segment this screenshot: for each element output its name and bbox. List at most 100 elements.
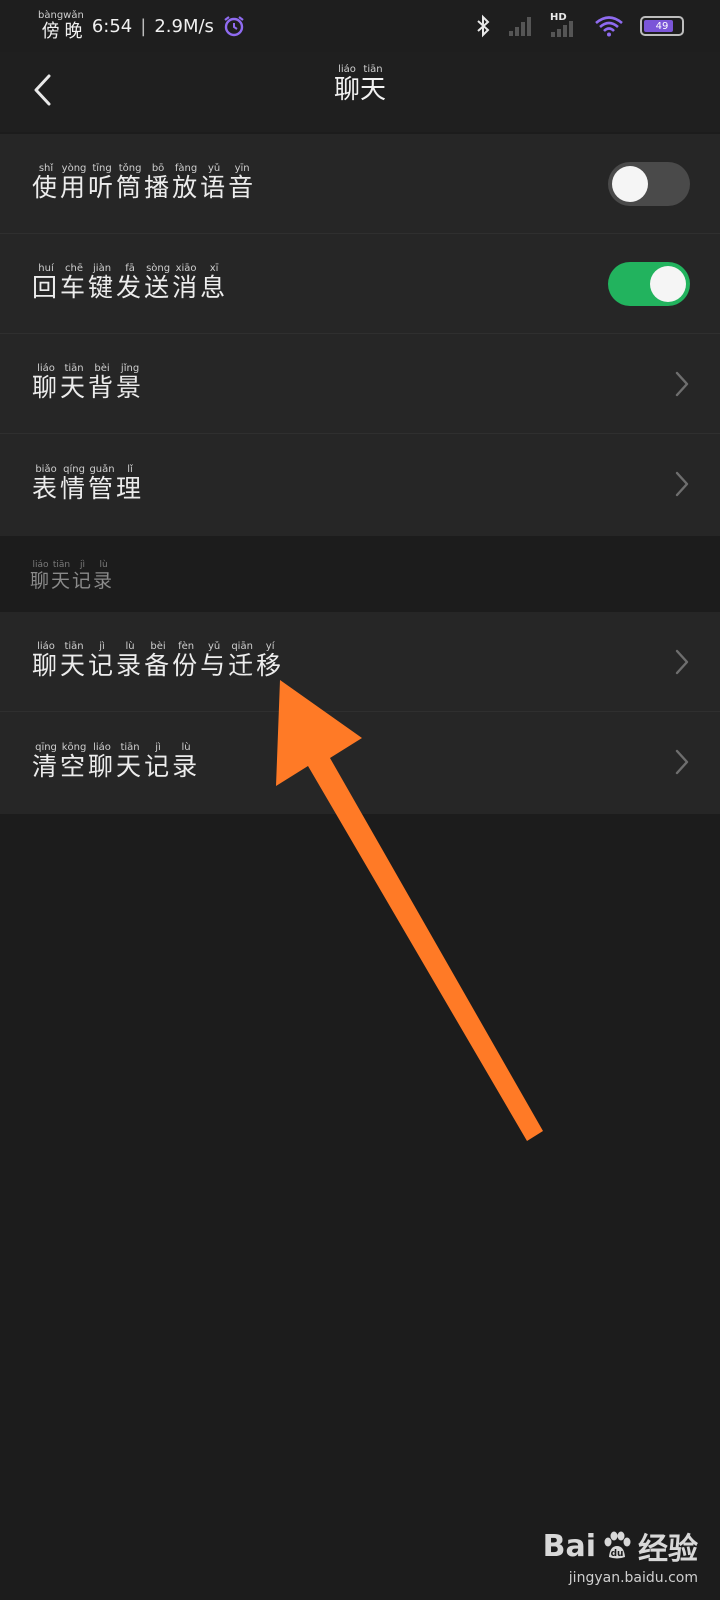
row-label: 聊liáo天tiān记jì录lù备bèi份fèn与yǔ迁qiān移yí (32, 641, 284, 682)
row-label-char: 放fàng (172, 163, 201, 202)
status-right: HD 49 (474, 12, 684, 38)
section-header-char: 记jì (72, 560, 94, 592)
row-label-pinyin: shǐ (32, 163, 61, 174)
row-label-char: 录lù (172, 741, 201, 781)
section-header-char: 聊liáo (30, 560, 52, 592)
page-title: 聊liáo天tiān (0, 64, 720, 106)
page-title-char: 天tiān (360, 64, 387, 105)
top-bar: 聊liáo天tiān (0, 52, 720, 132)
row-label-pinyin: sòng (144, 263, 173, 274)
row-label-pinyin: tiān (116, 741, 145, 753)
wifi-icon (595, 16, 623, 37)
row-label-char: 用yòng (60, 163, 89, 202)
row-label-pinyin: biǎo (32, 463, 60, 475)
row-label-char: 理lǐ (116, 463, 145, 503)
toggle-knob (650, 265, 686, 302)
settings-row-3[interactable]: 表biǎo情qíng管guǎn理lǐ (0, 434, 720, 534)
row-label-pinyin: bèi (88, 363, 117, 374)
section-header-char: 天tiān (51, 560, 73, 592)
page-title-pinyin: tiān (360, 64, 387, 75)
status-bar: 傍bàng晚wǎn 6:54 | 2.9M/s HD 49 (0, 0, 720, 52)
row-label-char: 语yǔ (200, 163, 229, 202)
chevron-right-icon (675, 749, 689, 775)
status-network-speed: 2.9M/s (154, 15, 214, 37)
row-label-pinyin: chē (60, 263, 89, 274)
row-label-pinyin: yǔ (200, 163, 229, 174)
row-label-pinyin: lǐ (116, 463, 145, 475)
status-time-period-char: 晚wǎn (63, 9, 84, 42)
settings-row-0[interactable]: 使shǐ用yòng听tīng筒tǒng播bō放fàng语yǔ音yīn (0, 134, 720, 234)
row-label-char: 车chē (60, 263, 89, 302)
row-label-char: 送sòng (144, 263, 173, 302)
row-label-char: 备bèi (144, 641, 173, 680)
row-label-char: 背bèi (88, 363, 117, 402)
row-label-pinyin: xiāo (172, 263, 201, 274)
row-label-char: 空kōng (60, 741, 89, 781)
row-label-char: 清qīng (32, 741, 61, 781)
row-label-pinyin: bèi (144, 641, 173, 652)
row-label-char: 迁qiān (228, 641, 257, 680)
row-label-pinyin: yǔ (200, 641, 229, 652)
row-label-pinyin: tǒng (116, 163, 145, 174)
section-header-char: 录lù (93, 560, 115, 592)
status-time-period-pinyin: bàng (38, 9, 64, 21)
row-label-pinyin: tiān (60, 641, 89, 652)
row-label-char: 天tiān (60, 641, 89, 680)
chat-history-row-0[interactable]: 聊liáo天tiān记jì录lù备bèi份fèn与yǔ迁qiān移yí (0, 612, 720, 712)
row-label-pinyin: xī (200, 263, 229, 274)
row-label-char: 份fèn (172, 641, 201, 680)
row-label-pinyin: fàng (172, 163, 201, 174)
row-label: 清qīng空kōng聊liáo天tiān记jì录lù (32, 742, 200, 783)
settings-row-2[interactable]: 聊liáo天tiān背bèi景jǐng (0, 334, 720, 434)
row-label-pinyin: tīng (88, 163, 117, 174)
status-time-period: 傍bàng晚wǎn (38, 10, 84, 43)
row-label-pinyin: kōng (60, 741, 89, 753)
page-title-pinyin: liáo (333, 64, 360, 75)
signal-strength-icon (509, 17, 531, 36)
hd-signal-indicator: HD (548, 12, 578, 38)
row-label-pinyin: lù (172, 741, 201, 753)
chevron-right-icon (675, 649, 689, 674)
hd-label: HD (550, 12, 567, 23)
section-header-pinyin: jì (72, 560, 94, 570)
row-label-char: 与yǔ (200, 641, 229, 680)
settings-group: 使shǐ用yòng听tīng筒tǒng播bō放fàng语yǔ音yīn 回huí车c… (0, 134, 720, 536)
row-label-pinyin: jì (88, 641, 117, 652)
row-label-char: 情qíng (60, 463, 89, 503)
row-label-pinyin: fā (116, 263, 145, 274)
section-header-pinyin: liáo (30, 560, 51, 570)
row-label-char: 录lù (116, 641, 145, 680)
row-label: 表biǎo情qíng管guǎn理lǐ (32, 464, 144, 505)
row-label-pinyin: liáo (32, 363, 60, 374)
row-label-char: 消xiāo (172, 263, 201, 302)
settings-row-1[interactable]: 回huí车chē键jiàn发fā送sòng消xiāo息xī (0, 234, 720, 334)
chat-history-group: 聊liáo天tiān记jì录lù备bèi份fèn与yǔ迁qiān移yí 清qīng… (0, 612, 720, 814)
row-label-char: 回huí (32, 263, 61, 302)
row-label-char: 键jiàn (88, 263, 117, 302)
watermark-brand-a: Bai (542, 1528, 596, 1564)
row-label-char: 景jǐng (116, 363, 145, 402)
toggle-switch[interactable] (608, 261, 690, 306)
row-label-char: 听tīng (88, 163, 117, 202)
battery-indicator: 49 (640, 16, 684, 36)
chat-history-row-1[interactable]: 清qīng空kōng聊liáo天tiān记jì录lù (0, 712, 720, 812)
section-header-chat-history: 聊liáo天tiān记jì录lù (30, 560, 114, 593)
toggle-switch[interactable] (608, 161, 690, 206)
row-label-pinyin: fèn (172, 641, 201, 652)
row-label-char: 记jì (88, 641, 117, 680)
status-separator: | (140, 15, 147, 37)
row-label-char: 天tiān (116, 741, 145, 781)
status-time-period-pinyin: wǎn (63, 9, 84, 21)
status-left: 傍bàng晚wǎn 6:54 | 2.9M/s (38, 10, 246, 43)
row-label-char: 聊liáo (32, 363, 61, 402)
row-label-char: 使shǐ (32, 163, 61, 202)
watermark-brand-b: 经验 (638, 1532, 698, 1567)
row-label-char: 筒tǒng (116, 163, 145, 202)
row-label: 使shǐ用yòng听tīng筒tǒng播bō放fàng语yǔ音yīn (32, 163, 256, 204)
row-label-pinyin: liáo (32, 641, 60, 652)
row-label-char: 息xī (200, 263, 229, 302)
status-time-period-char: 傍bàng (38, 9, 64, 42)
row-label-char: 管guǎn (88, 463, 117, 503)
chevron-right-icon (675, 371, 689, 396)
section-header-pinyin: lù (93, 560, 115, 570)
